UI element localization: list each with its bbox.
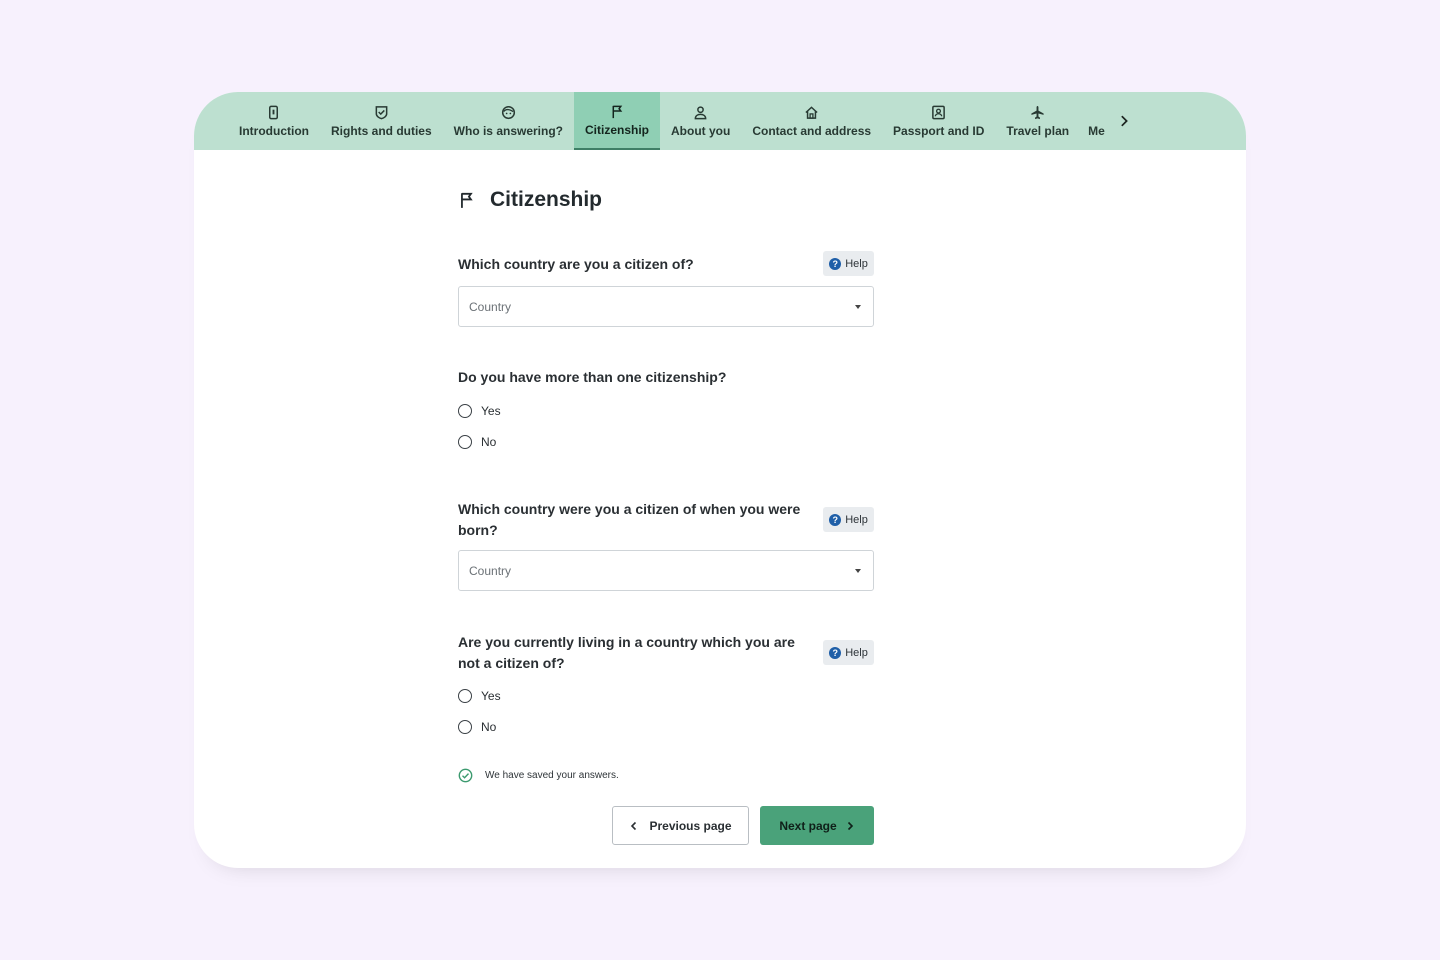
- face-icon: [501, 105, 515, 119]
- select-placeholder: Country: [469, 563, 512, 578]
- page-title: Citizenship: [458, 188, 602, 212]
- tab-about-you[interactable]: About you: [660, 92, 741, 150]
- tab-rights-and-duties[interactable]: Rights and duties: [320, 92, 443, 150]
- id-card-icon: [932, 105, 946, 119]
- tab-introduction[interactable]: Introduction: [228, 92, 320, 150]
- question-multiple-citizenship: Do you have more than one citizenship?: [458, 369, 727, 385]
- next-page-label: Next page: [779, 818, 837, 833]
- radio-label: Yes: [481, 404, 501, 418]
- next-page-button[interactable]: Next page: [760, 806, 874, 845]
- previous-page-label: Previous page: [649, 818, 732, 833]
- tab-label: Me: [1088, 123, 1105, 138]
- tab-label: Passport and ID: [893, 123, 985, 138]
- flag-icon: [612, 105, 622, 118]
- person-icon: [694, 105, 707, 119]
- home-icon: [805, 105, 818, 119]
- airplane-icon: [1031, 105, 1044, 119]
- caret-down-icon: [855, 305, 861, 309]
- tab-contact-and-address[interactable]: Contact and address: [741, 92, 882, 150]
- check-circle-icon: [458, 768, 473, 783]
- save-status: We have saved your answers.: [458, 768, 619, 783]
- help-label: Help: [845, 646, 868, 659]
- help-icon: ?: [829, 257, 842, 270]
- help-icon: ?: [829, 513, 842, 526]
- tab-label: Citizenship: [585, 122, 650, 137]
- flag-icon: [461, 192, 473, 208]
- help-label: Help: [845, 513, 868, 526]
- save-status-text: We have saved your answers.: [485, 770, 619, 781]
- page-title-text: Citizenship: [490, 188, 603, 211]
- help-button-q1[interactable]: ? Help: [823, 251, 874, 276]
- select-placeholder: Country: [469, 299, 512, 314]
- shield-check-icon: [375, 105, 388, 119]
- tabs-scroll-right-button[interactable]: [1112, 92, 1136, 150]
- radio-circle[interactable]: [458, 720, 472, 734]
- radio-q4-yes[interactable]: Yes: [458, 689, 501, 703]
- chevron-left-icon: [631, 821, 637, 830]
- tab-label: Rights and duties: [330, 123, 432, 138]
- chevron-right-icon: [1121, 115, 1128, 127]
- question-living-abroad: Are you currently living in a country wh…: [458, 634, 795, 671]
- question-birth-citizenship: Which country were you a citizen of when…: [458, 501, 801, 538]
- country-select-q1[interactable]: Country: [458, 286, 874, 327]
- tab-label: Who is answering?: [453, 123, 563, 138]
- help-label: Help: [845, 257, 868, 270]
- caret-down-icon: [855, 569, 861, 573]
- radio-label: No: [481, 720, 497, 734]
- tab-travel-plan[interactable]: Travel plan: [995, 92, 1080, 150]
- blank-icon: [1088, 105, 1103, 120]
- radio-label: Yes: [481, 689, 501, 703]
- radio-circle[interactable]: [458, 404, 472, 418]
- tab-label: About you: [671, 123, 731, 138]
- question-citizen-country: Which country are you a citizen of?: [458, 256, 694, 272]
- radio-q4-no[interactable]: No: [458, 720, 496, 734]
- section-tabs: Introduction Rights and duties Who is an…: [194, 92, 1246, 150]
- tab-who-is-answering[interactable]: Who is answering?: [443, 92, 574, 150]
- phone-icon: [269, 105, 279, 119]
- tab-citizenship[interactable]: Citizenship: [574, 92, 661, 150]
- radio-label: No: [481, 435, 497, 449]
- country-select-q3[interactable]: Country: [458, 550, 874, 591]
- radio-circle[interactable]: [458, 435, 472, 449]
- tab-label: Travel plan: [1006, 123, 1070, 138]
- chevron-right-icon: [847, 821, 853, 830]
- previous-page-button[interactable]: Previous page: [612, 806, 749, 845]
- radio-circle[interactable]: [458, 689, 472, 703]
- radio-q2-yes[interactable]: Yes: [458, 404, 501, 418]
- tab-passport-and-id[interactable]: Passport and ID: [882, 92, 995, 150]
- help-button-q4[interactable]: ? Help: [823, 640, 874, 665]
- radio-q2-no[interactable]: No: [458, 435, 496, 449]
- form-card: Introduction Rights and duties Who is an…: [194, 92, 1246, 868]
- tab-label: Contact and address: [752, 123, 872, 138]
- tab-more-partial[interactable]: Me: [1080, 92, 1112, 150]
- help-icon: ?: [829, 646, 842, 659]
- help-button-q3[interactable]: ? Help: [823, 507, 874, 532]
- tab-label: Introduction: [239, 123, 309, 138]
